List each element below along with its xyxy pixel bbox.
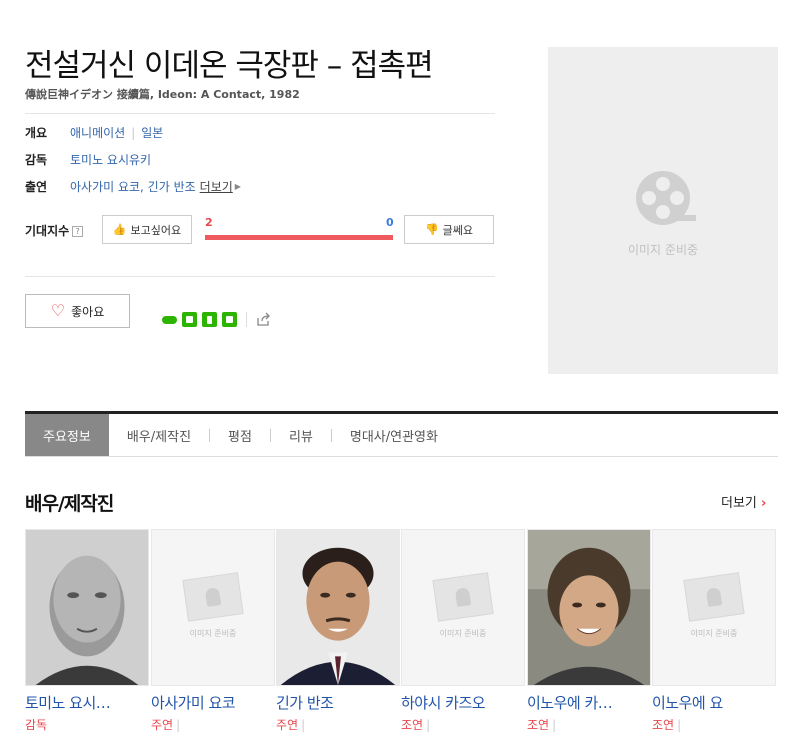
- heart-icon: ♡: [50, 303, 66, 320]
- cast-role-text: 조연: [527, 718, 550, 732]
- tab-ratings[interactable]: 평점: [210, 414, 270, 456]
- cast-name[interactable]: 아사가미 요코: [151, 692, 275, 713]
- cast-role-text: 주연: [151, 718, 174, 732]
- tab-cast-crew[interactable]: 배우/제작진: [109, 414, 209, 456]
- want-count: 2: [205, 216, 213, 229]
- cast-role: 주연 |: [151, 718, 181, 732]
- country-link[interactable]: 일본: [141, 124, 163, 141]
- like-button[interactable]: ♡ 좋아요: [25, 294, 130, 328]
- divider: [25, 276, 495, 277]
- overview-label: 개요: [25, 126, 48, 140]
- want-to-see-label: 보고싶어요: [130, 224, 182, 237]
- cast-role: 조연 |: [401, 718, 431, 732]
- director-link[interactable]: 토미노 요시유키: [70, 151, 151, 168]
- poster-placeholder: 이미지 준비중: [548, 47, 778, 374]
- cast-role: 조연 |: [652, 718, 682, 732]
- poster-placeholder-text: 이미지 준비중: [627, 243, 699, 257]
- thumb-down-icon: 👎: [424, 224, 439, 236]
- cast-role: 감독: [25, 716, 149, 733]
- placeholder-text: 이미지 준비중: [439, 629, 487, 638]
- cast-more-link[interactable]: 더보기 ›: [721, 492, 766, 511]
- cast-more-link[interactable]: 더보기: [200, 178, 233, 195]
- movie-title: 전설거신 이데온 극장판 – 접촉편: [25, 48, 434, 84]
- want-to-see-button[interactable]: 👍 보고싶어요: [102, 215, 192, 244]
- placeholder-text: 이미지 준비중: [690, 629, 738, 638]
- band-icon[interactable]: [182, 312, 197, 327]
- cast-name[interactable]: 하야시 카즈오: [401, 692, 525, 713]
- placeholder-text: 이미지 준비중: [189, 629, 237, 638]
- cast-photo-placeholder[interactable]: 이미지 준비중: [401, 529, 525, 686]
- tab-reviews[interactable]: 리뷰: [271, 414, 331, 456]
- film-reel-icon: [636, 171, 696, 225]
- bookmark-icon[interactable]: [202, 312, 217, 327]
- person-icon: [182, 572, 244, 622]
- tab-quotes-related[interactable]: 명대사/연관영화: [332, 414, 456, 456]
- cast-section-title: 배우/제작진: [25, 493, 114, 515]
- cast-card[interactable]: 이미지 준비중 이노우에 요 조연 |: [652, 529, 776, 733]
- overview-row: 개요 애니메이션 | 일본: [25, 124, 163, 141]
- help-icon[interactable]: ?: [72, 226, 84, 237]
- person-icon: [683, 572, 745, 622]
- blog-icon[interactable]: [162, 315, 177, 324]
- chevron-right-icon: ▶: [234, 182, 241, 191]
- tab-main-info[interactable]: 주요정보: [25, 414, 109, 456]
- expectation-gauge: [205, 235, 393, 240]
- chevron-right-icon: ›: [761, 496, 767, 511]
- cast-photo-placeholder[interactable]: 이미지 준비중: [652, 529, 776, 686]
- cast-photo[interactable]: [527, 529, 651, 686]
- cast-role: 조연 |: [527, 718, 557, 732]
- cast-card[interactable]: 이노우에 카… 조연 |: [527, 529, 651, 733]
- cast-links[interactable]: 아사가미 요코, 긴가 반조: [70, 178, 196, 195]
- cast-more-label: 더보기: [721, 496, 757, 511]
- cast-role-text: 조연: [652, 718, 675, 732]
- nope-count: 0: [386, 216, 394, 229]
- cast-name[interactable]: 이노우에 카…: [527, 692, 651, 713]
- not-sure-button[interactable]: 👎 글쎄요: [404, 215, 494, 244]
- cast-name[interactable]: 긴가 반조: [276, 692, 400, 713]
- movie-subtitle: 傳說巨神イデオン 接續篇, Ideon: A Contact, 1982: [25, 88, 300, 101]
- cast-role-text: 감독: [25, 718, 48, 732]
- cast-name[interactable]: 이노우에 요: [652, 692, 776, 713]
- tab-bar: 주요정보 배우/제작진 평점 리뷰 명대사/연관영화: [25, 411, 778, 457]
- cast-role-text: 조연: [401, 718, 424, 732]
- director-label: 감독: [25, 153, 48, 167]
- cast-photo[interactable]: [276, 529, 400, 686]
- divider: [246, 312, 247, 327]
- thumb-up-icon: 👍: [112, 224, 127, 236]
- square-icon[interactable]: [222, 312, 237, 327]
- genre-link[interactable]: 애니메이션: [70, 124, 125, 141]
- cast-name[interactable]: 토미노 요시…: [25, 692, 149, 713]
- share-bar: [162, 312, 271, 327]
- cast-photo[interactable]: [25, 529, 149, 686]
- cast-card[interactable]: 이미지 준비중 하야시 카즈오 조연 |: [401, 529, 525, 733]
- not-sure-label: 글쎄요: [442, 224, 474, 237]
- like-label: 좋아요: [71, 304, 105, 319]
- divider: [25, 113, 495, 114]
- separator: |: [131, 125, 136, 140]
- expectation-label: 기대지수?: [25, 222, 84, 239]
- cast-card[interactable]: 토미노 요시… 감독: [25, 529, 149, 733]
- person-icon: [432, 572, 494, 622]
- cast-row: 출연 아사가미 요코, 긴가 반조 더보기 ▶: [25, 178, 241, 195]
- expectation-label-text: 기대지수: [25, 224, 70, 238]
- cast-card[interactable]: 이미지 준비중 아사가미 요코 주연 |: [151, 529, 275, 733]
- cast-photo-placeholder[interactable]: 이미지 준비중: [151, 529, 275, 686]
- director-row: 감독 토미노 요시유키: [25, 151, 151, 168]
- expectation-gauge-fill: [205, 235, 393, 240]
- cast-role-text: 주연: [276, 718, 299, 732]
- share-out-icon[interactable]: [256, 312, 271, 327]
- cast-role: 주연 |: [276, 718, 306, 732]
- cast-card[interactable]: 긴가 반조 주연 |: [276, 529, 400, 733]
- cast-label: 출연: [25, 180, 48, 194]
